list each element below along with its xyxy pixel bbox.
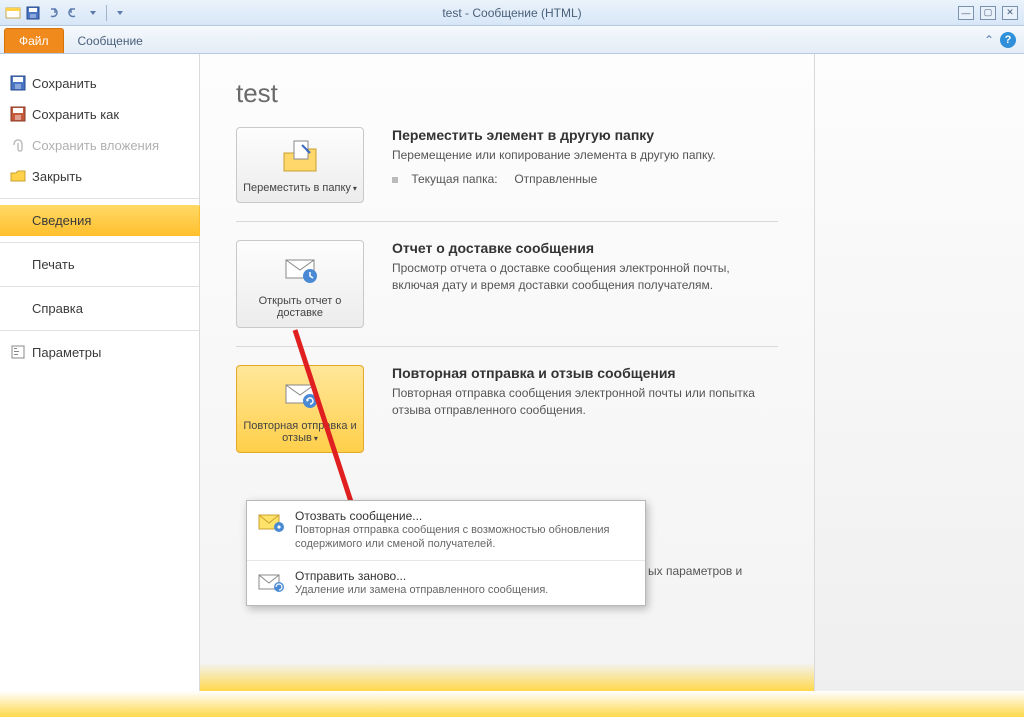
separator — [236, 221, 778, 222]
separator — [0, 198, 199, 199]
menu-title: Отозвать сообщение... — [295, 509, 635, 523]
title-bar: test - Сообщение (HTML) — ▢ ✕ — [0, 0, 1024, 26]
section-move-to-folder: Переместить в папку▾ Переместить элемент… — [236, 127, 778, 203]
close-folder-icon — [10, 168, 26, 184]
menu-text: Отозвать сообщение... Повторная отправка… — [295, 509, 635, 552]
message-tab[interactable]: Сообщение — [64, 29, 157, 53]
dropdown-indicator: ▾ — [314, 434, 318, 443]
backstage-sidebar: Сохранить Сохранить как Сохранить вложен… — [0, 54, 200, 691]
sidebar-info[interactable]: Сведения — [0, 205, 199, 236]
options-icon — [10, 344, 26, 360]
sidebar-print[interactable]: Печать — [0, 249, 199, 280]
meta-label: Текущая папка: — [411, 172, 497, 186]
separator — [0, 330, 199, 331]
section-resend-recall: Повторная отправка и отзыв▾ Повторная от… — [236, 365, 778, 453]
sidebar-options[interactable]: Параметры — [0, 337, 199, 368]
separator — [236, 346, 778, 347]
section-description: Повторная отправка и отзыв сообщения Пов… — [392, 365, 778, 419]
sidebar-label: Сохранить вложения — [32, 138, 159, 153]
qat-more-icon[interactable] — [111, 4, 129, 22]
current-folder-row: Текущая папка: Отправленные — [392, 172, 778, 186]
menu-title: Отправить заново... — [295, 569, 548, 583]
section-heading: Повторная отправка и отзыв сообщения — [392, 365, 778, 381]
recall-icon — [257, 511, 285, 533]
section-description: Переместить элемент в другую папку Перем… — [392, 127, 778, 186]
section-heading: Отчет о доставке сообщения — [392, 240, 778, 256]
move-to-folder-button[interactable]: Переместить в папку▾ — [236, 127, 364, 203]
sidebar-save-as[interactable]: Сохранить как — [0, 99, 199, 130]
window-title: test - Сообщение (HTML) — [442, 6, 581, 20]
page-title: test — [236, 78, 778, 109]
sidebar-label: Печать — [32, 257, 75, 272]
sidebar-save[interactable]: Сохранить — [0, 68, 199, 99]
help-icon[interactable]: ? — [1000, 32, 1016, 48]
attachment-icon — [10, 137, 26, 153]
resend-recall-menu: Отозвать сообщение... Повторная отправка… — [246, 500, 646, 606]
sidebar-help[interactable]: Справка — [0, 293, 199, 324]
ribbon-min-icon[interactable]: ⌃ — [984, 33, 994, 47]
qat-dropdown-icon[interactable] — [84, 4, 102, 22]
delivery-report-button[interactable]: Открыть отчет о доставке — [236, 240, 364, 328]
ribbon-bar: Файл Сообщение ⌃ ? — [0, 26, 1024, 54]
window-controls: — ▢ ✕ — [958, 6, 1024, 20]
save-icon — [10, 75, 26, 91]
folder-move-icon — [280, 138, 320, 176]
undo-icon[interactable] — [44, 4, 62, 22]
close-button[interactable]: ✕ — [1002, 6, 1018, 20]
partial-obscured-text: ых параметров и — [648, 564, 742, 578]
save-as-icon — [10, 106, 26, 122]
section-description: Отчет о доставке сообщения Просмотр отче… — [392, 240, 778, 294]
preview-pane — [814, 54, 1024, 691]
separator — [0, 242, 199, 243]
sidebar-save-attachments: Сохранить вложения — [0, 130, 199, 161]
sidebar-label: Сохранить — [32, 76, 97, 91]
section-delivery-report: Открыть отчет о доставке Отчет о доставк… — [236, 240, 778, 328]
sidebar-label: Сохранить как — [32, 107, 119, 122]
quick-access-toolbar — [0, 4, 129, 22]
dropdown-indicator: ▾ — [353, 184, 357, 193]
report-icon — [280, 251, 320, 289]
menu-recall-message[interactable]: Отозвать сообщение... Повторная отправка… — [247, 501, 645, 561]
window-bottom-glow — [0, 691, 1024, 717]
file-tab[interactable]: Файл — [4, 28, 64, 53]
separator — [106, 5, 107, 21]
bullet-icon — [392, 177, 398, 183]
maximize-button[interactable]: ▢ — [980, 6, 996, 20]
redo-icon[interactable] — [64, 4, 82, 22]
button-label: Переместить в папку — [243, 182, 351, 194]
section-text: Просмотр отчета о доставке сообщения эле… — [392, 260, 778, 294]
section-text: Повторная отправка сообщения электронной… — [392, 385, 778, 419]
bottom-glow — [200, 663, 814, 691]
section-heading: Переместить элемент в другую папку — [392, 127, 778, 143]
menu-text: Отправить заново... Удаление или замена … — [295, 569, 548, 597]
menu-resend-message[interactable]: Отправить заново... Удаление или замена … — [247, 561, 645, 605]
resend-icon — [257, 571, 285, 593]
meta-value: Отправленные — [514, 172, 597, 186]
resend-icon — [280, 376, 320, 414]
sidebar-label: Сведения — [32, 213, 91, 228]
section-text: Перемещение или копирование элемента в д… — [392, 147, 778, 164]
sidebar-close[interactable]: Закрыть — [0, 161, 199, 192]
save-icon[interactable] — [24, 4, 42, 22]
sidebar-label: Справка — [32, 301, 83, 316]
app-icon — [4, 4, 22, 22]
sidebar-label: Параметры — [32, 345, 101, 360]
separator — [0, 286, 199, 287]
button-label: Открыть отчет о доставке — [243, 295, 357, 319]
menu-desc: Удаление или замена отправленного сообще… — [295, 583, 548, 597]
button-label: Повторная отправка и отзыв — [243, 420, 356, 444]
resend-recall-button[interactable]: Повторная отправка и отзыв▾ — [236, 365, 364, 453]
menu-desc: Повторная отправка сообщения с возможнос… — [295, 523, 635, 552]
sidebar-label: Закрыть — [32, 169, 82, 184]
minimize-button[interactable]: — — [958, 6, 974, 20]
